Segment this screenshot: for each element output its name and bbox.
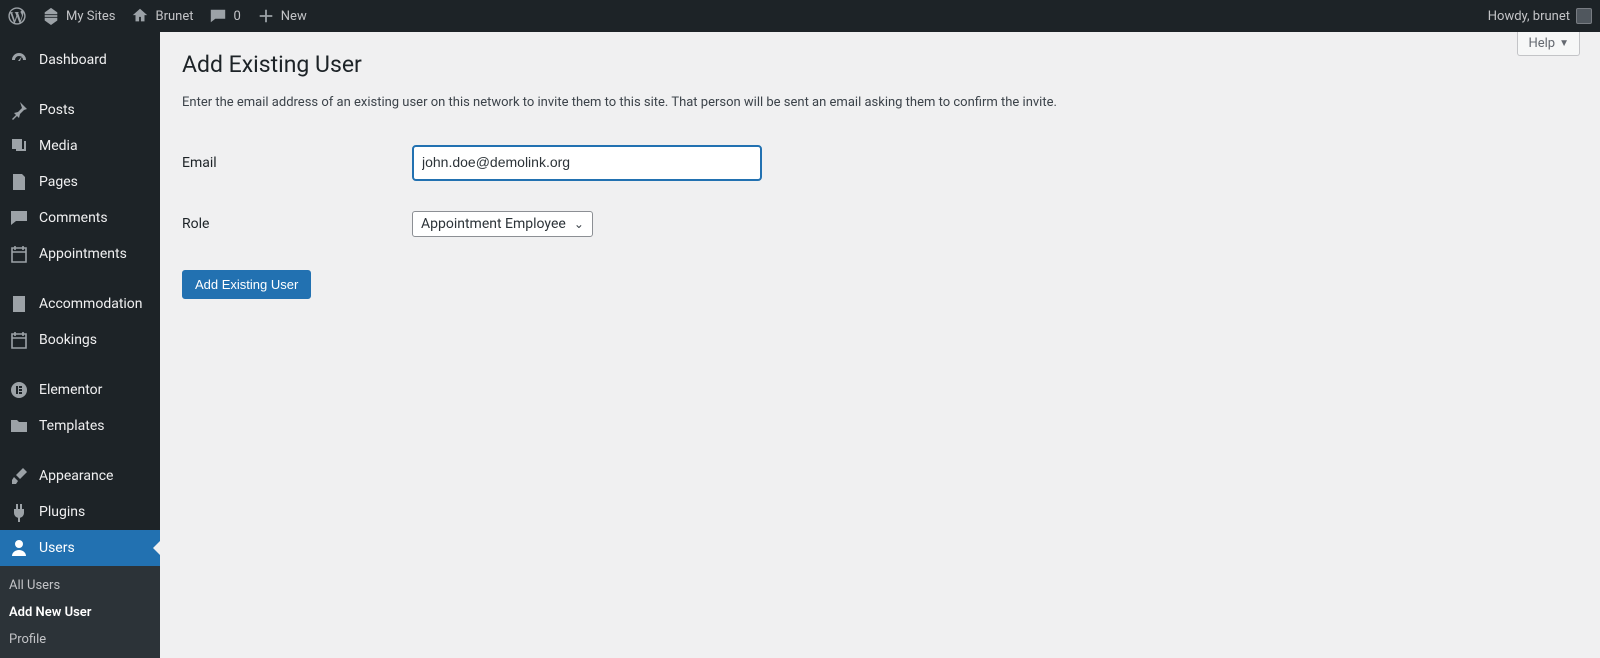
- submenu-add-new-user[interactable]: Add New User: [0, 599, 160, 626]
- page-description: Enter the email address of an existing u…: [182, 95, 1580, 110]
- comment-icon: [9, 208, 29, 228]
- sidebar-item-appointments[interactable]: Appointments: [0, 236, 160, 272]
- sidebar-item-bookings[interactable]: Bookings: [0, 322, 160, 358]
- comments-count: 0: [233, 9, 240, 24]
- email-input[interactable]: [412, 145, 762, 181]
- plug-icon: [9, 502, 29, 522]
- role-label: Role: [182, 196, 402, 252]
- site-link[interactable]: Brunet: [123, 0, 201, 32]
- help-tab[interactable]: Help ▼: [1517, 32, 1580, 56]
- comments-link[interactable]: 0: [201, 0, 248, 32]
- help-label: Help: [1528, 36, 1555, 51]
- sidebar-item-users[interactable]: Users: [0, 530, 160, 566]
- wp-logo[interactable]: [0, 0, 34, 32]
- sidebar-item-label: Elementor: [39, 382, 102, 398]
- account-link[interactable]: Howdy, brunet: [1480, 0, 1600, 32]
- page-icon: [9, 172, 29, 192]
- elementor-icon: [9, 380, 29, 400]
- sidebar-item-label: Comments: [39, 210, 108, 226]
- home-network-icon: [42, 7, 60, 25]
- building-icon: [9, 294, 29, 314]
- sidebar-item-label: Bookings: [39, 332, 97, 348]
- users-submenu: All Users Add New User Profile: [0, 566, 160, 658]
- avatar: [1576, 8, 1592, 24]
- sidebar-item-plugins[interactable]: Plugins: [0, 494, 160, 530]
- plus-icon: [257, 7, 275, 25]
- main-content: Help ▼ Add Existing User Enter the email…: [160, 0, 1600, 658]
- admin-sidebar: Dashboard Posts Media Pages Comments App…: [0, 32, 160, 658]
- submenu-all-users[interactable]: All Users: [0, 572, 160, 599]
- role-select-value: Appointment Employee: [421, 216, 566, 232]
- sidebar-item-templates[interactable]: Templates: [0, 408, 160, 444]
- sidebar-item-label: Templates: [39, 418, 105, 434]
- howdy-label: Howdy, brunet: [1488, 9, 1570, 24]
- form-table: Email Role Appointment Employee ⌄: [182, 130, 772, 252]
- calendar-icon: [9, 330, 29, 350]
- new-label: New: [281, 9, 307, 24]
- sidebar-item-label: Pages: [39, 174, 78, 190]
- site-name-label: Brunet: [155, 9, 193, 24]
- chevron-down-icon: ⌄: [574, 217, 584, 231]
- page-title: Add Existing User: [182, 42, 1580, 82]
- sidebar-item-pages[interactable]: Pages: [0, 164, 160, 200]
- sidebar-item-label: Appointments: [39, 246, 127, 262]
- submenu-profile[interactable]: Profile: [0, 626, 160, 653]
- sidebar-item-label: Dashboard: [39, 52, 107, 68]
- sidebar-item-label: Plugins: [39, 504, 85, 520]
- comment-icon: [209, 7, 227, 25]
- sidebar-item-media[interactable]: Media: [0, 128, 160, 164]
- chevron-down-icon: ▼: [1559, 38, 1569, 49]
- home-icon: [131, 7, 149, 25]
- calendar-icon: [9, 244, 29, 264]
- wordpress-icon: [8, 7, 26, 25]
- media-icon: [9, 136, 29, 156]
- sidebar-item-posts[interactable]: Posts: [0, 92, 160, 128]
- user-icon: [9, 538, 29, 558]
- sidebar-item-dashboard[interactable]: Dashboard: [0, 42, 160, 78]
- sidebar-item-label: Users: [39, 540, 75, 556]
- sidebar-item-appearance[interactable]: Appearance: [0, 458, 160, 494]
- sidebar-item-label: Media: [39, 138, 78, 154]
- sidebar-item-accommodation[interactable]: Accommodation: [0, 286, 160, 322]
- email-label: Email: [182, 130, 402, 196]
- role-select[interactable]: Appointment Employee ⌄: [412, 211, 593, 237]
- sidebar-item-label: Accommodation: [39, 296, 143, 312]
- my-sites-label: My Sites: [66, 9, 115, 24]
- new-content-link[interactable]: New: [249, 0, 315, 32]
- pin-icon: [9, 100, 29, 120]
- sidebar-item-comments[interactable]: Comments: [0, 200, 160, 236]
- brush-icon: [9, 466, 29, 486]
- sidebar-item-label: Appearance: [39, 468, 113, 484]
- add-existing-user-button[interactable]: Add Existing User: [182, 270, 311, 299]
- sidebar-item-elementor[interactable]: Elementor: [0, 372, 160, 408]
- admin-toolbar: My Sites Brunet 0 New Howdy, brunet: [0, 0, 1600, 32]
- sidebar-item-label: Posts: [39, 102, 75, 118]
- folder-icon: [9, 416, 29, 436]
- my-sites-link[interactable]: My Sites: [34, 0, 123, 32]
- gauge-icon: [9, 50, 29, 70]
